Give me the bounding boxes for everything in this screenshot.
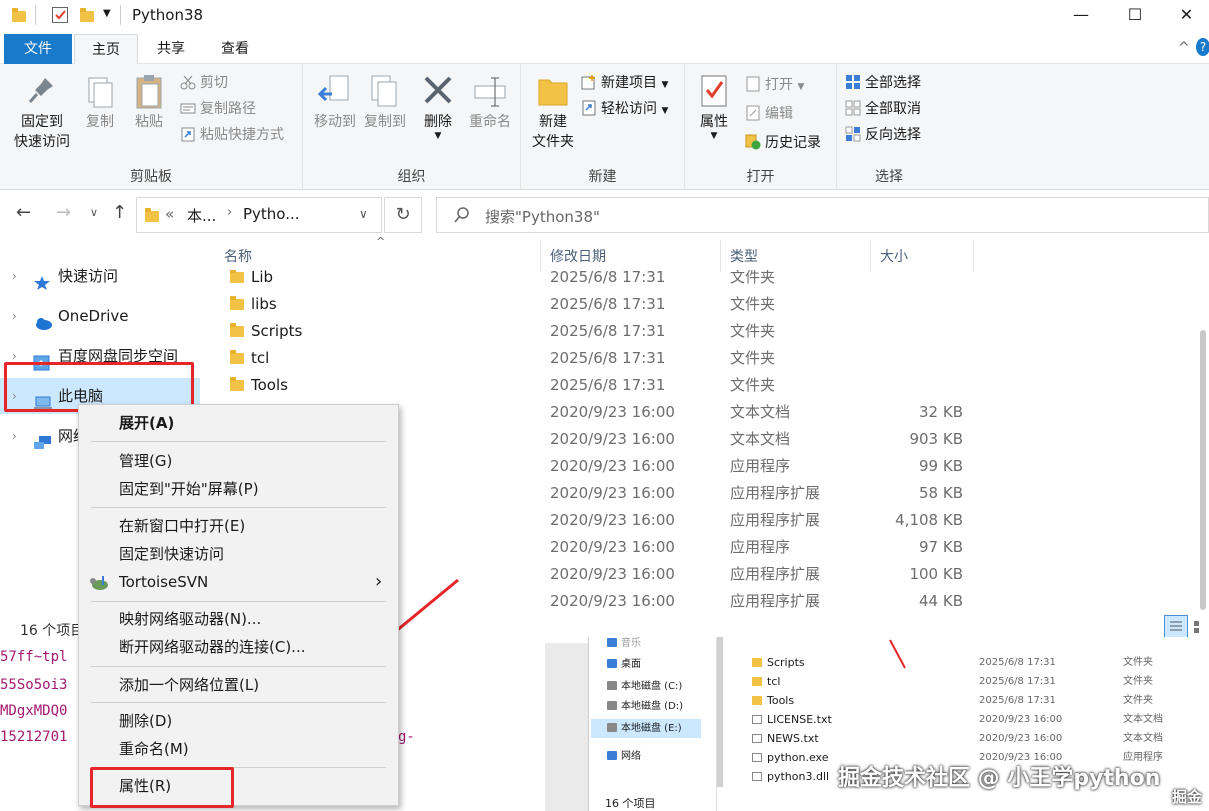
- menu-item-delete[interactable]: 删除(D): [79, 707, 398, 735]
- watermark: 掘金技术社区 @ 小王学python: [838, 766, 1161, 791]
- menu-item-tortoisesvn[interactable]: TortoiseSVN ›: [79, 568, 398, 596]
- menu-item-pin-quick-access[interactable]: 固定到快速访问: [79, 540, 398, 568]
- menu-item-pin-start[interactable]: 固定到"开始"屏幕(P): [79, 475, 398, 503]
- menu-separator: [91, 441, 386, 442]
- highlight-properties: [90, 767, 234, 808]
- menu-separator: [91, 702, 386, 703]
- menu-separator: [91, 666, 386, 667]
- menu-item-manage[interactable]: 管理(G): [79, 447, 398, 475]
- menu-item-open-new-window[interactable]: 在新窗口中打开(E): [79, 512, 398, 540]
- menu-item-map-drive[interactable]: 映射网络驱动器(N)...: [79, 605, 398, 633]
- menu-item-expand[interactable]: 展开(A): [79, 409, 398, 437]
- menu-separator: [91, 601, 386, 602]
- menu-item-disconnect-drive[interactable]: 断开网络驱动器的连接(C)...: [79, 633, 398, 661]
- tortoise-icon: [89, 573, 111, 601]
- chevron-right-icon: ›: [375, 571, 383, 592]
- watermark-corner: 掘金: [1172, 788, 1203, 806]
- menu-separator: [91, 507, 386, 508]
- context-menu: 展开(A) 管理(G) 固定到"开始"屏幕(P) 在新窗口中打开(E) 固定到快…: [78, 404, 399, 806]
- menu-item-add-network-location[interactable]: 添加一个网络位置(L): [79, 671, 398, 699]
- menu-item-rename[interactable]: 重命名(M): [79, 735, 398, 763]
